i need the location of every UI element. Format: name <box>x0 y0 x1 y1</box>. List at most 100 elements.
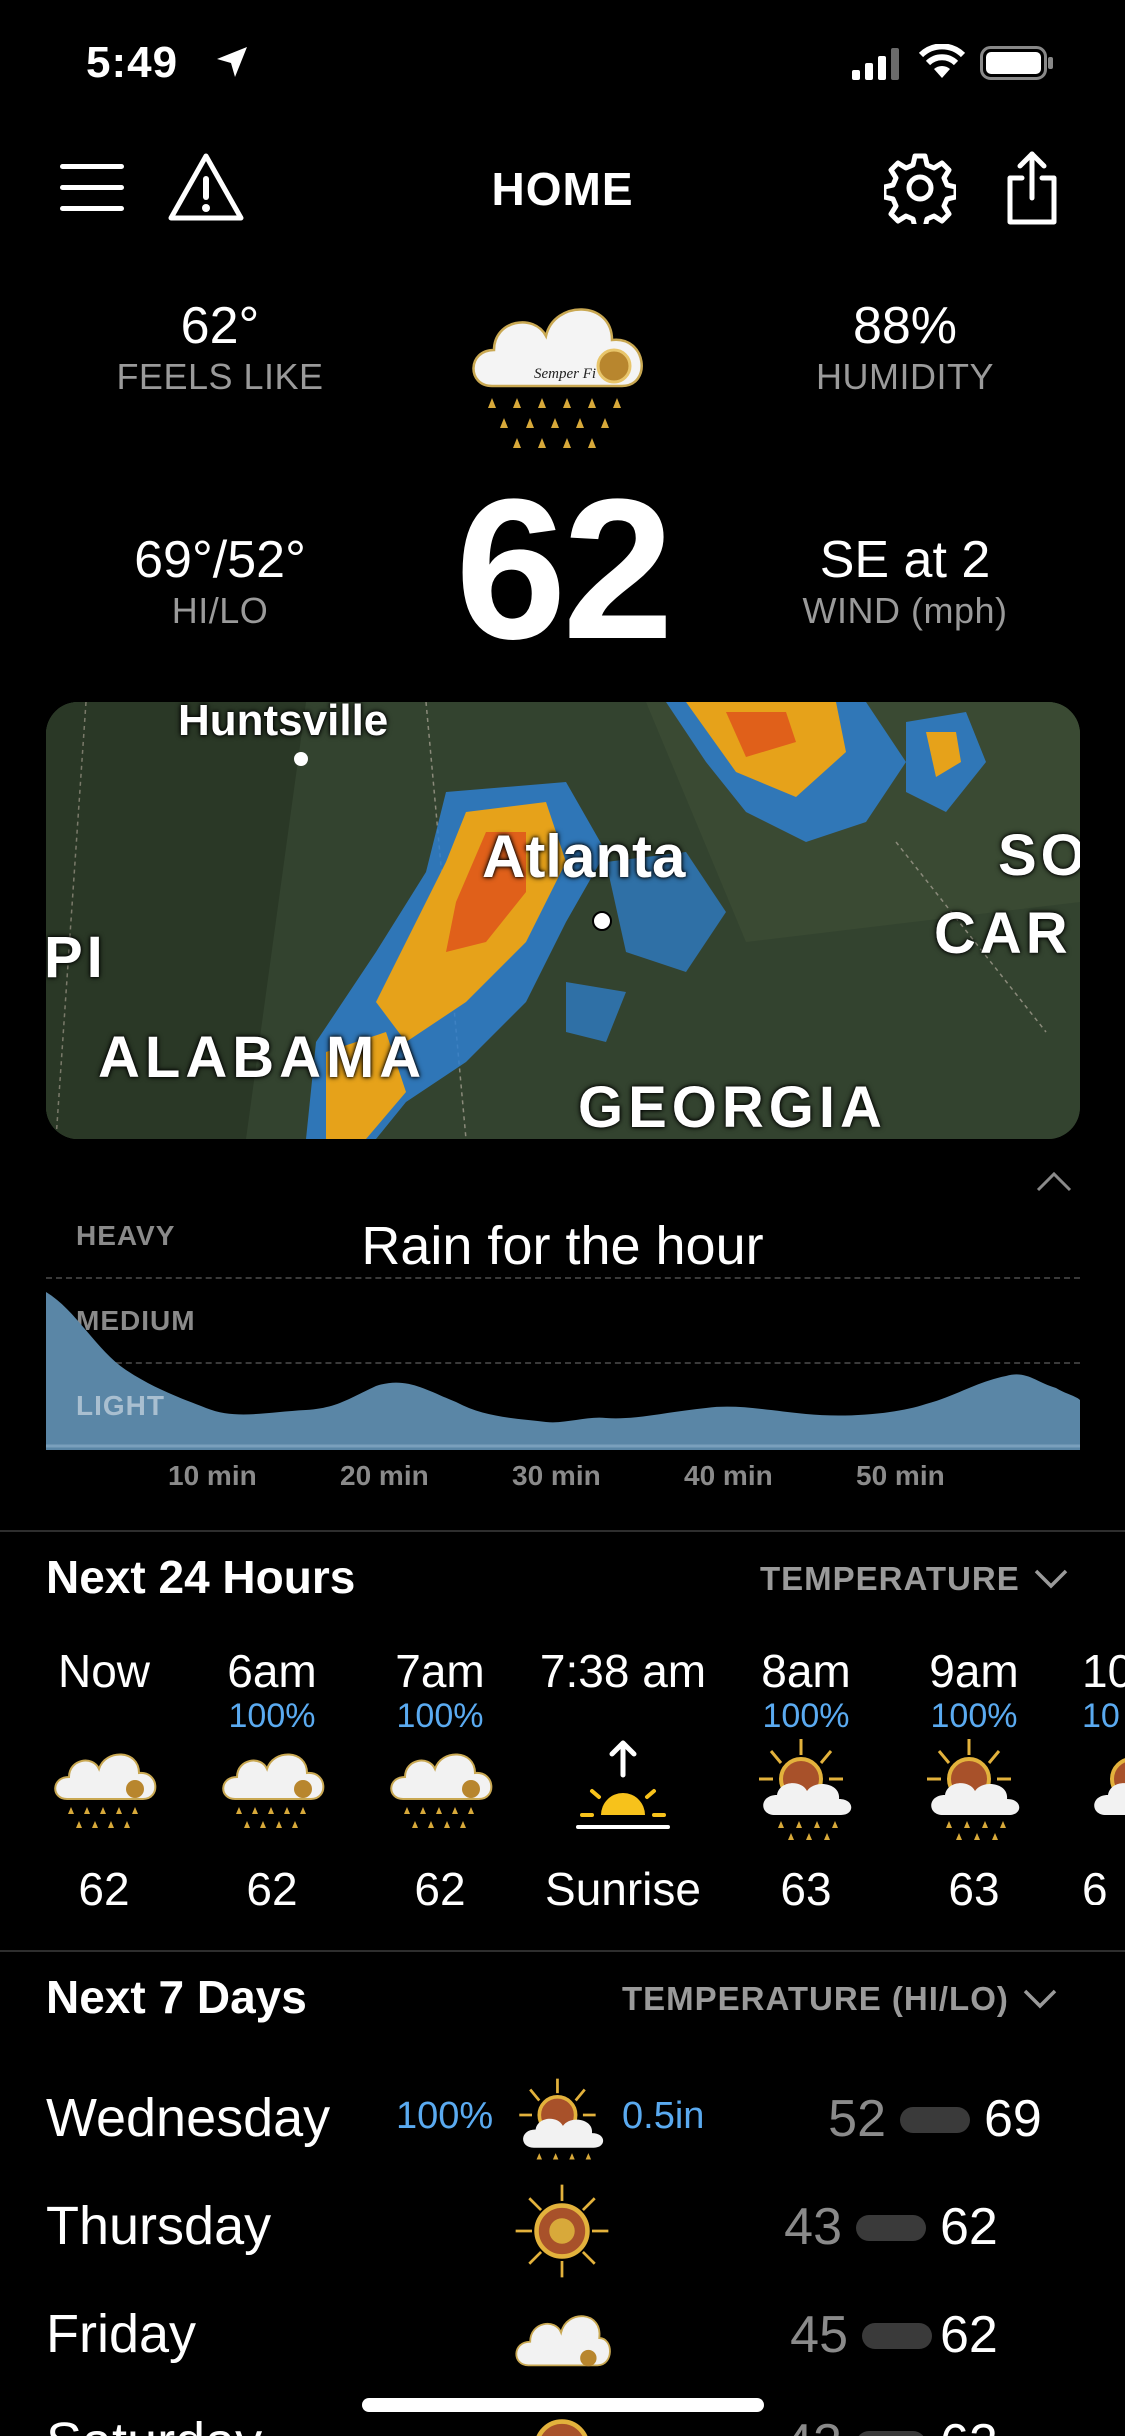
feels-like-value: 62° <box>180 297 260 355</box>
hour-item[interactable]: Now 62 <box>14 1645 194 1916</box>
next-24-hours-selector[interactable]: TEMPERATURE <box>760 1560 1068 1598</box>
wind-value: SE at 2 <box>819 531 991 589</box>
radar-map[interactable]: Huntsville Atlanta ALABAMA GEORGIA PI SO… <box>46 702 1080 1139</box>
map-label-atlanta: Atlanta <box>482 823 686 890</box>
rain-tick: 40 min <box>684 1460 773 1491</box>
humidity-label: HUMIDITY <box>816 356 994 397</box>
rain-tick: 30 min <box>512 1460 601 1491</box>
hour-item[interactable]: 7:38 am Sunrise <box>533 1645 713 1916</box>
map-label-georgia: GEORGIA <box>578 1075 887 1139</box>
rain-cloud-icon <box>54 1753 157 1828</box>
hour-item[interactable]: 9am 100% 63 <box>884 1645 1064 1916</box>
current-temperature: 62 <box>455 458 673 681</box>
day-name: Friday <box>46 2304 197 2364</box>
next-7-days-selector-label: TEMPERATURE (HI/LO) <box>622 1980 1009 2017</box>
location-arrow-icon <box>217 47 247 77</box>
hour-item[interactable]: 8am 100% 63 <box>716 1645 896 1916</box>
next-24-hours-selector-label: TEMPERATURE <box>760 1560 1020 1597</box>
day-row[interactable]: Wednesday 100% 0.5in 52 69 <box>0 2075 1125 2165</box>
hour-item[interactable]: 7am 100% 62 <box>350 1645 530 1916</box>
hour-temp: 62 <box>246 1863 298 1915</box>
next-24-hours-title: Next 24 Hours <box>46 1551 356 1603</box>
cloud-icon <box>515 2315 611 2367</box>
temp-range-bar <box>900 2107 970 2133</box>
sun-rain-icon <box>519 2078 604 2160</box>
sun-icon <box>515 2184 609 2278</box>
hour-temp: 62 <box>414 1863 466 1915</box>
hour-precip: 100% <box>396 1697 484 1735</box>
hour-time: 9am <box>929 1645 1019 1697</box>
day-high: 62 <box>940 2306 998 2364</box>
chevron-down-icon <box>1034 1569 1067 1589</box>
day-name: Wednesday <box>46 2088 331 2148</box>
home-indicator[interactable] <box>362 2398 764 2412</box>
hour-time: Now <box>57 1645 151 1697</box>
day-low: 43 <box>752 2413 842 2436</box>
hour-precip: 100% <box>930 1697 1018 1735</box>
rain-intensity-graph <box>46 1292 1080 1450</box>
page-title: HOME <box>491 163 634 215</box>
temp-range-bar <box>856 2215 926 2241</box>
feels-like-label: FEELS LIKE <box>116 356 324 397</box>
day-low: 45 <box>790 2306 848 2364</box>
map-label-huntsville: Huntsville <box>178 702 389 745</box>
day-low: 43 <box>784 2198 842 2256</box>
rain-tick: 50 min <box>856 1460 945 1491</box>
humidity-value: 88% <box>852 297 958 355</box>
rain-level-light: LIGHT <box>76 1390 165 1421</box>
hour-time: 8am <box>761 1645 851 1697</box>
rain-tick: 10 min <box>168 1460 257 1491</box>
hour-precip: 100% <box>228 1697 316 1735</box>
hour-precip <box>533 1697 713 1735</box>
day-high: 62 <box>940 2198 998 2256</box>
sun-rain-icon <box>927 1739 1020 1840</box>
day-high: 69 <box>984 2090 1042 2148</box>
day-row[interactable]: Friday 45 62 <box>0 2291 1125 2381</box>
hour-item-partial[interactable]: 10 10 6 <box>1052 1645 1125 1905</box>
map-label-alabama: ALABAMA <box>98 1025 427 1090</box>
hour-temp: 63 <box>948 1863 1000 1915</box>
hour-time: 10 <box>1082 1645 1125 1697</box>
day-low: 52 <box>828 2090 886 2148</box>
day-name: Thursday <box>46 2196 272 2256</box>
chevron-up-icon[interactable] <box>1036 1170 1072 1192</box>
status-time: 5:49 <box>86 38 179 87</box>
next-7-days-title: Next 7 Days <box>46 1971 307 2023</box>
hour-sunrise-label: Sunrise <box>545 1863 701 1915</box>
wind: SE at 2 WIND (mph) <box>745 530 1065 632</box>
hour-item[interactable]: 6am 100% 62 <box>182 1645 362 1916</box>
feels-like: 62° FEELS LIKE <box>60 296 380 398</box>
hour-temp: 6 <box>1082 1863 1108 1905</box>
day-high: 62 <box>940 2413 998 2436</box>
map-label-south-carolina-1: SO <box>998 823 1080 888</box>
hi-lo-value: 69°/52° <box>134 531 306 589</box>
hour-time: 6am <box>227 1645 317 1697</box>
rain-cloud-icon: Semper Fi <box>472 308 643 448</box>
battery-icon <box>980 46 1053 80</box>
temp-range-bar <box>856 2431 926 2436</box>
signal-icon <box>852 48 899 80</box>
rain-cloud-icon <box>222 1753 325 1828</box>
wind-label: WIND (mph) <box>802 590 1008 631</box>
hour-time: 7:38 am <box>539 1645 707 1697</box>
map-label-south-carolina-2: CAR <box>934 901 1072 966</box>
hour-precip: 100% <box>762 1697 850 1735</box>
gear-icon[interactable] <box>884 152 956 224</box>
hour-temp: 62 <box>78 1863 130 1915</box>
semper-fi-text: Semper Fi <box>534 366 596 382</box>
humidity: 88% HUMIDITY <box>745 296 1065 398</box>
wifi-icon <box>918 44 966 78</box>
day-row[interactable]: Thursday 43 62 <box>0 2183 1125 2278</box>
chevron-down-icon <box>1023 1989 1057 2009</box>
sun-rain-icon <box>1094 1758 1125 1815</box>
share-icon[interactable] <box>1004 150 1060 226</box>
next-7-days-selector[interactable]: TEMPERATURE (HI/LO) <box>622 1980 1057 2018</box>
temp-range-bar <box>862 2323 932 2349</box>
hi-lo-label: HI/LO <box>171 590 269 631</box>
map-label-mississippi: PI <box>46 925 107 990</box>
hour-temp: 63 <box>780 1863 832 1915</box>
hour-time: 7am <box>395 1645 485 1697</box>
hi-lo: 69°/52° HI/LO <box>60 530 380 632</box>
hour-precip <box>14 1697 194 1735</box>
sun-rain-icon <box>759 1739 852 1840</box>
